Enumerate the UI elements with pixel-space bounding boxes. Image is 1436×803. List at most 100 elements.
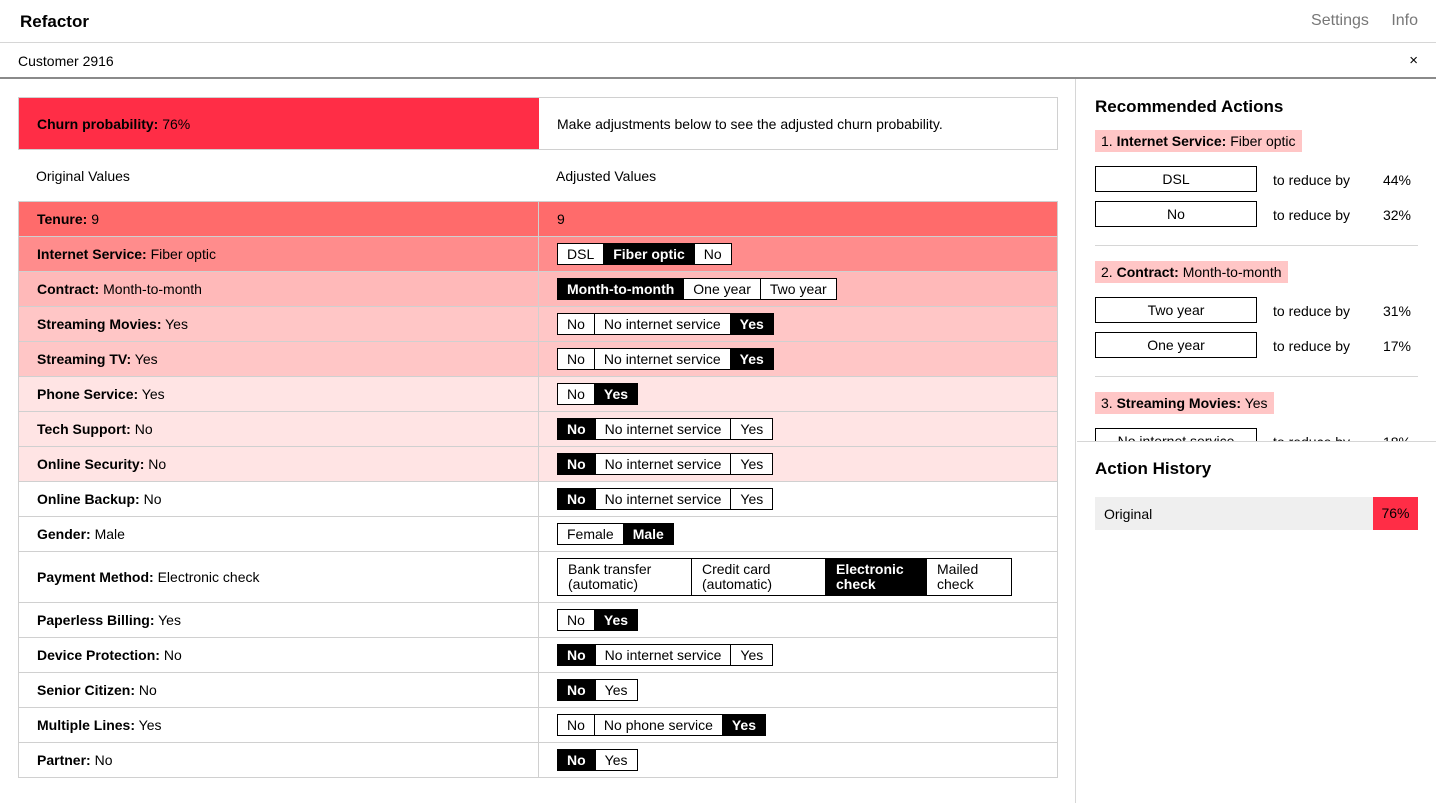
- option-toggle[interactable]: Yes: [730, 645, 773, 665]
- option-toggle[interactable]: No: [558, 419, 595, 439]
- adjusted-value-cell: No No internet service Yes: [538, 341, 1058, 377]
- adjusted-value-cell: No No internet service Yes: [538, 411, 1058, 447]
- reduce-percent: 32%: [1382, 207, 1411, 223]
- field-label: Tenure:: [37, 211, 88, 227]
- option-toggle[interactable]: No: [558, 610, 594, 630]
- close-icon[interactable]: ×: [1409, 52, 1418, 69]
- option-toggle[interactable]: No: [558, 715, 594, 735]
- original-value-cell: Multiple Lines: Yes: [18, 707, 539, 743]
- option-toggle-group: No No internet service Yes: [557, 348, 774, 370]
- field-label: Streaming TV:: [37, 351, 132, 367]
- adjusted-value-cell: 9: [538, 201, 1058, 237]
- adjusted-value-cell: DSL Fiber optic No: [538, 236, 1058, 272]
- history-label: Original: [1104, 506, 1153, 522]
- option-toggle[interactable]: Yes: [594, 680, 637, 700]
- option-toggle-group: Month-to-month One year Two year: [557, 278, 837, 300]
- option-toggle[interactable]: Bank transfer (automatic): [558, 559, 691, 595]
- table-row: Senior Citizen: No No Yes: [18, 672, 1058, 708]
- settings-link[interactable]: Settings: [1311, 12, 1369, 29]
- field-label: Internet Service:: [37, 246, 147, 262]
- option-toggle[interactable]: Yes: [593, 384, 638, 404]
- table-row: Payment Method: Electronic check Bank tra…: [18, 551, 1058, 603]
- option-toggle-group: No No internet service Yes: [557, 418, 774, 440]
- option-toggle-group: No No internet service Yes: [557, 488, 774, 510]
- recommend-option-button[interactable]: Two year: [1095, 297, 1257, 323]
- table-row: Device Protection: No No No internet servi…: [18, 637, 1058, 673]
- option-toggle[interactable]: Yes: [730, 454, 773, 474]
- recommend-option-button[interactable]: One year: [1095, 332, 1257, 358]
- option-toggle[interactable]: Yes: [721, 715, 765, 735]
- option-toggle-group: No No phone service Yes: [557, 714, 766, 736]
- option-toggle[interactable]: No: [693, 244, 731, 264]
- churn-label: Churn probability:: [37, 116, 159, 132]
- field-label: Tech Support:: [37, 421, 131, 437]
- table-row: Gender: Male Female Male: [18, 516, 1058, 552]
- option-toggle[interactable]: DSL: [558, 244, 604, 264]
- field-value: No: [148, 456, 167, 472]
- option-toggle[interactable]: No internet service: [593, 314, 730, 334]
- adjusted-value-cell: No No internet service Yes: [538, 637, 1058, 673]
- option-toggle[interactable]: No: [558, 489, 595, 509]
- option-toggle[interactable]: Two year: [759, 279, 836, 299]
- option-toggle[interactable]: Yes: [594, 750, 637, 770]
- option-toggle-group: Female Male: [557, 523, 674, 545]
- field-value: Yes: [158, 612, 181, 628]
- top-bar: Refactor Settings Info: [0, 0, 1436, 43]
- top-links: Settings Info: [1293, 12, 1418, 30]
- option-toggle-group: No No internet service Yes: [557, 453, 774, 475]
- option-toggle[interactable]: No internet service: [594, 419, 731, 439]
- info-link[interactable]: Info: [1391, 12, 1418, 29]
- adjusted-value-cell: No Yes: [538, 602, 1058, 638]
- table-row: Online Backup: No No No internet service Ye…: [18, 481, 1058, 517]
- adjusted-value-cell: No No phone service Yes: [538, 707, 1058, 743]
- churn-hint: Make adjustments below to see the adjust…: [557, 116, 943, 132]
- option-toggle[interactable]: No: [558, 349, 594, 369]
- field-value: Male: [94, 526, 125, 542]
- option-toggle[interactable]: Credit card (automatic): [691, 559, 825, 595]
- option-toggle[interactable]: One year: [683, 279, 760, 299]
- original-value-cell: Online Security: No: [18, 446, 539, 482]
- table-row: Tenure: 9 9: [18, 201, 1058, 237]
- option-toggle[interactable]: No: [558, 454, 595, 474]
- option-toggle[interactable]: No: [558, 645, 595, 665]
- option-toggle[interactable]: Electronic check: [825, 559, 926, 595]
- churn-value: 76%: [162, 116, 191, 132]
- reduce-percent: 31%: [1382, 303, 1411, 319]
- app-title: Refactor: [20, 12, 89, 31]
- divider: [1095, 245, 1418, 246]
- recommend-option-button[interactable]: DSL: [1095, 166, 1257, 192]
- original-value-cell: Senior Citizen: No: [18, 672, 539, 708]
- side-panel: Recommended Actions 1. Internet Service:…: [1077, 79, 1436, 803]
- option-toggle[interactable]: No: [558, 680, 595, 700]
- option-toggle[interactable]: No: [558, 750, 595, 770]
- original-value-cell: Tech Support: No: [18, 411, 539, 447]
- option-toggle[interactable]: No: [558, 384, 594, 404]
- option-toggle[interactable]: Month-to-month: [558, 279, 684, 299]
- adjusted-value[interactable]: 9: [557, 211, 565, 227]
- recommendation-rank: 2.: [1101, 264, 1113, 280]
- original-value-cell: Payment Method: Electronic check: [18, 551, 539, 603]
- option-toggle[interactable]: No internet service: [593, 349, 730, 369]
- option-toggle-group: No No internet service Yes: [557, 313, 774, 335]
- field-label: Streaming Movies:: [37, 316, 162, 332]
- recommendation-3-header: 3. Streaming Movies: Yes: [1095, 392, 1274, 414]
- option-toggle[interactable]: Yes: [730, 419, 773, 439]
- option-toggle[interactable]: Yes: [730, 489, 773, 509]
- option-toggle[interactable]: Fiber optic: [603, 244, 694, 264]
- history-item[interactable]: Original 76%: [1095, 497, 1418, 530]
- option-toggle[interactable]: No internet service: [594, 454, 731, 474]
- option-toggle[interactable]: No internet service: [594, 645, 731, 665]
- option-toggle[interactable]: No: [558, 314, 594, 334]
- reduce-label: to reduce by: [1273, 207, 1351, 223]
- option-toggle[interactable]: Male: [622, 524, 673, 544]
- recommend-option-button[interactable]: No: [1095, 201, 1257, 227]
- customer-bar: Customer 2916 ×: [0, 43, 1436, 79]
- option-toggle[interactable]: Yes: [729, 349, 773, 369]
- option-toggle[interactable]: Mailed check: [926, 559, 1011, 595]
- option-toggle[interactable]: Yes: [593, 610, 638, 630]
- option-toggle[interactable]: No phone service: [593, 715, 722, 735]
- option-toggle[interactable]: Female: [558, 524, 623, 544]
- option-toggle[interactable]: Yes: [729, 314, 773, 334]
- original-value-cell: Tenure: 9: [18, 201, 539, 237]
- option-toggle[interactable]: No internet service: [594, 489, 731, 509]
